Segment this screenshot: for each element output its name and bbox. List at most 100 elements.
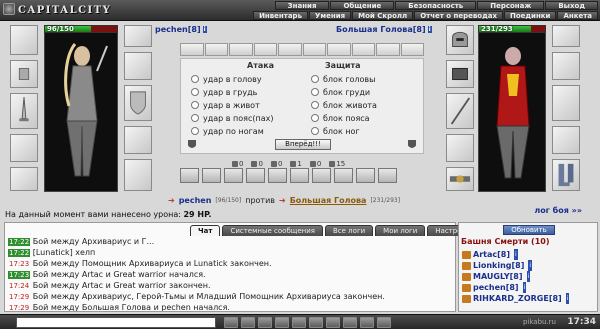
quick-slot[interactable] (400, 43, 424, 56)
block-legs-option[interactable]: блок ног (311, 125, 360, 137)
filter-icon[interactable] (275, 317, 289, 328)
quick-slot[interactable] (180, 43, 204, 56)
menu-duels[interactable]: Поединки (503, 11, 557, 20)
radio-button[interactable] (311, 88, 319, 96)
info-icon[interactable]: i (522, 282, 527, 293)
enemy-ring-slot[interactable] (446, 134, 474, 162)
skill-button[interactable] (378, 168, 397, 183)
quick-slot[interactable] (278, 43, 302, 56)
block-head-option[interactable]: блок головы (311, 73, 375, 85)
attack-stomach-option[interactable]: удар в живот (191, 99, 260, 111)
tab-system-messages[interactable]: Системные сообщения (222, 225, 323, 236)
tab-my-logs[interactable]: Мои логи (375, 225, 426, 236)
enemy-helmet-slot[interactable] (446, 25, 474, 55)
helmet-slot[interactable] (10, 25, 38, 55)
weapon-slot-left[interactable] (10, 93, 38, 129)
skill-button[interactable] (334, 168, 353, 183)
battle-log-link[interactable]: лог боя »» (534, 206, 582, 215)
skill-button[interactable] (356, 168, 375, 183)
quick-slot[interactable] (327, 43, 351, 56)
radio-button[interactable] (191, 75, 199, 83)
quick-slot[interactable] (302, 43, 326, 56)
radio-button[interactable] (191, 114, 199, 122)
user-item[interactable]: RIHKARD_ZORGE[8] i (462, 293, 596, 304)
menu-knowledge[interactable]: Знания (274, 1, 330, 10)
enemy-avatar[interactable] (478, 25, 546, 192)
vs-enemy-name[interactable]: Большая Голова (290, 196, 367, 205)
translit-icon[interactable] (292, 317, 306, 328)
skill-button[interactable] (202, 168, 221, 183)
ring-slot[interactable] (124, 126, 152, 154)
sound-icon[interactable] (309, 317, 323, 328)
enemy-belt-slot[interactable] (446, 167, 474, 191)
enemy-info-icon[interactable]: i (427, 26, 432, 33)
menu-skills[interactable]: Умения (309, 11, 352, 20)
skill-button[interactable] (224, 168, 243, 183)
menu-security[interactable]: Безопасность (395, 1, 477, 10)
menu-inventory[interactable]: Инвентарь (253, 11, 308, 20)
user-item[interactable]: Artac[8] i (462, 249, 596, 260)
skill-button[interactable] (312, 168, 331, 183)
menu-exit[interactable]: Выход (545, 1, 598, 10)
radio-button[interactable] (311, 114, 319, 122)
clear-icon[interactable] (258, 317, 272, 328)
info-icon[interactable]: i (513, 249, 518, 260)
radio-button[interactable] (311, 127, 319, 135)
quick-slot[interactable] (351, 43, 375, 56)
info-icon[interactable]: i (565, 293, 570, 304)
quick-slot[interactable] (376, 43, 400, 56)
tab-all-logs[interactable]: Все логи (325, 225, 374, 236)
amulet-slot[interactable] (10, 60, 38, 88)
player-name-label[interactable]: pechen[8] i (155, 25, 207, 37)
quick-slot[interactable] (204, 43, 228, 56)
skill-button[interactable] (268, 168, 287, 183)
private-icon[interactable] (360, 317, 374, 328)
enemy-gloves-slot[interactable] (552, 126, 580, 154)
menu-communication[interactable]: Общение (330, 1, 395, 10)
skill-button[interactable] (180, 168, 199, 183)
radio-button[interactable] (191, 88, 199, 96)
block-belt-option[interactable]: блок пояса (311, 112, 370, 124)
options-icon[interactable] (377, 317, 391, 328)
pause-icon[interactable] (326, 317, 340, 328)
enemy-weapon-slot[interactable] (446, 93, 474, 129)
skill-button[interactable] (246, 168, 265, 183)
skill-button[interactable] (290, 168, 309, 183)
info-icon[interactable]: i (528, 260, 533, 271)
info-icon[interactable]: i (526, 271, 531, 282)
armor-slot[interactable] (10, 134, 38, 162)
user-item[interactable]: Lionking[8] i (462, 260, 596, 271)
attack-submit-button[interactable]: Вперёд!!! (275, 139, 331, 150)
scroll-icon[interactable] (343, 317, 357, 328)
enemy-earring-slot[interactable] (552, 25, 580, 47)
shield-slot[interactable] (124, 85, 152, 121)
radio-button[interactable] (191, 101, 199, 109)
necklace-slot[interactable] (124, 52, 152, 80)
quick-slot[interactable] (229, 43, 253, 56)
app-logo[interactable]: CAPITALCITY (3, 2, 123, 19)
enemy-name-label[interactable]: Большая Голова[8] i (336, 25, 432, 37)
enemy-armor-slot[interactable] (446, 60, 474, 88)
radio-button[interactable] (191, 127, 199, 135)
enemy-necklace-slot[interactable] (552, 52, 580, 80)
boots-slot[interactable] (124, 159, 152, 191)
vs-player-name[interactable]: pechen (179, 196, 212, 205)
send-icon[interactable] (224, 317, 238, 328)
radio-button[interactable] (311, 101, 319, 109)
enemy-boots-slot[interactable] (552, 159, 580, 191)
refresh-button[interactable]: Обновить (503, 225, 555, 235)
info-icon[interactable]: i (202, 26, 207, 33)
player-avatar[interactable] (44, 25, 118, 192)
belt-slot[interactable] (10, 167, 38, 191)
attack-head-option[interactable]: удар в голову (191, 73, 262, 85)
block-chest-option[interactable]: блок груди (311, 86, 370, 98)
enemy-shield-slot[interactable] (552, 85, 580, 121)
attack-legs-option[interactable]: удар по ногам (191, 125, 264, 137)
menu-transfer-report[interactable]: Отчет о переводах (414, 11, 503, 20)
attack-groin-option[interactable]: удар в пояс(пах) (191, 112, 274, 124)
block-stomach-option[interactable]: блок живота (311, 99, 377, 111)
attack-chest-option[interactable]: удар в грудь (191, 86, 257, 98)
quick-slot[interactable] (253, 43, 277, 56)
user-item[interactable]: pechen[8] i (462, 282, 596, 293)
smile-icon[interactable] (241, 317, 255, 328)
